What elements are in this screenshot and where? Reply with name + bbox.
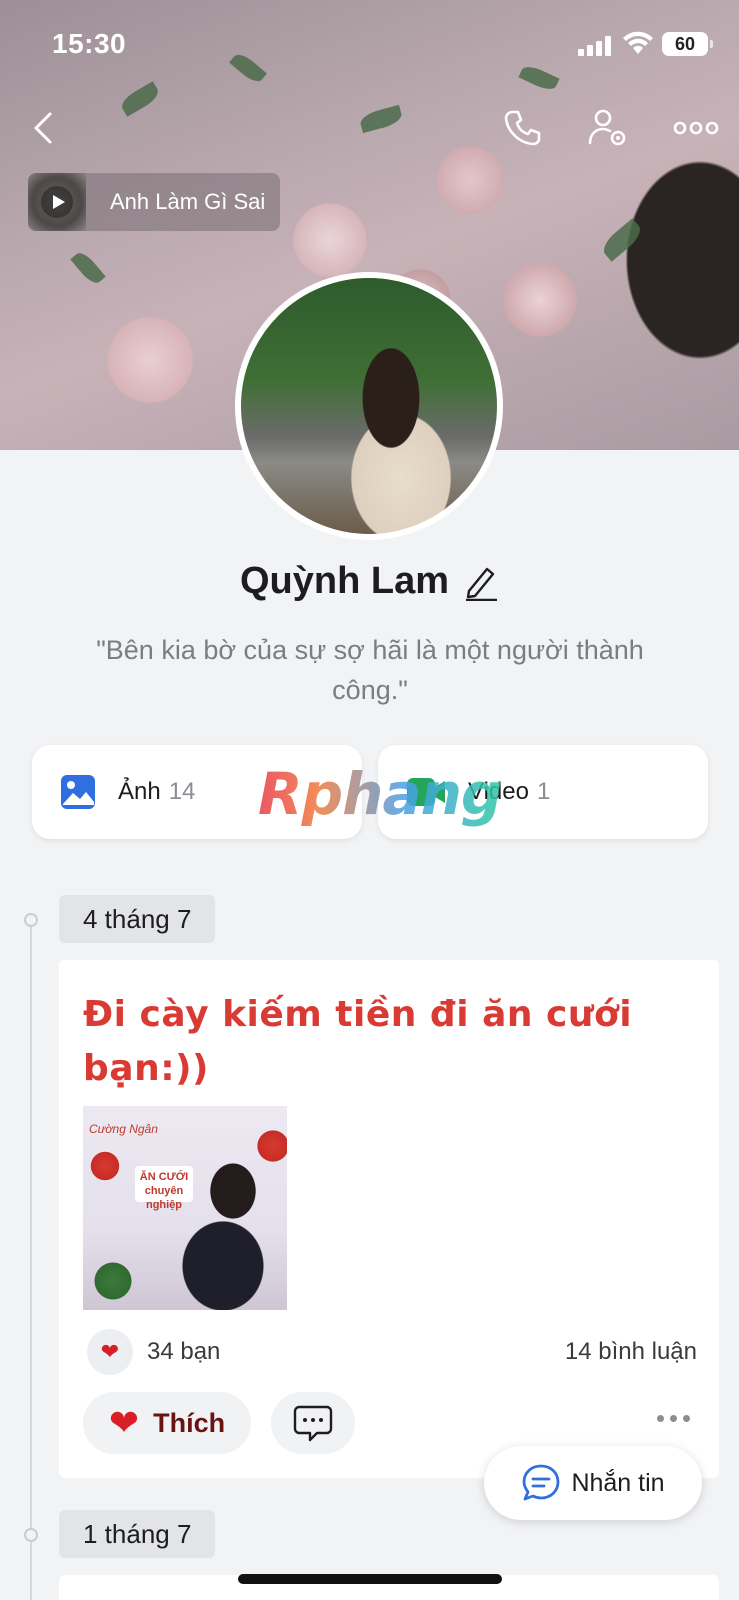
reaction-count[interactable]: 34 bạn — [147, 1338, 220, 1366]
profile-settings-button[interactable] — [580, 100, 636, 156]
status-bar: 15:30 60 — [0, 0, 739, 90]
profile-avatar[interactable] — [235, 272, 503, 540]
comment-button[interactable] — [271, 1392, 355, 1454]
photos-count: 14 — [168, 778, 196, 805]
message-icon — [523, 1464, 560, 1501]
status-time: 15:30 — [52, 28, 127, 59]
photos-label: Ảnh — [118, 778, 161, 805]
music-thumbnail[interactable] — [28, 173, 86, 231]
profile-music[interactable]: Anh Làm Gì Sai — [28, 173, 280, 231]
cellular-signal-icon — [578, 36, 612, 56]
comment-icon — [293, 1405, 333, 1442]
heart-icon: ❤ — [108, 1402, 140, 1443]
watermark-logo: Rphang — [258, 760, 502, 828]
timeline-date: 4 tháng 7 — [59, 895, 216, 943]
message-label: Nhắn tin — [571, 1468, 665, 1497]
music-title: Anh Làm Gì Sai — [110, 189, 266, 214]
photo-brand-text: Cường Ngân — [89, 1122, 158, 1136]
more-icon — [673, 121, 719, 135]
back-button[interactable] — [16, 100, 72, 156]
timeline-date: 1 tháng 7 — [59, 1510, 216, 1558]
like-button[interactable]: ❤ Thích — [83, 1392, 251, 1454]
post-text: Đi cày kiếm tiền đi ăn cưới bạn:)) — [83, 994, 633, 1089]
photo-sign-text: ĂN CƯỚI chuyên nghiệp — [135, 1166, 193, 1211]
more-options-button[interactable] — [668, 100, 724, 156]
user-settings-icon — [588, 109, 626, 146]
post-photo[interactable]: Cường Ngân ĂN CƯỚI chuyên nghiệp — [83, 1106, 287, 1310]
back-icon — [34, 112, 52, 144]
profile-name: Quỳnh Lam — [239, 560, 450, 602]
post-card[interactable]: Đi cày kiếm tiền đi ăn cưới bạn:)) Cường… — [59, 960, 719, 1478]
wifi-icon — [623, 31, 653, 54]
play-icon — [41, 186, 73, 218]
message-button[interactable]: Nhắn tin — [484, 1446, 702, 1520]
post-reaction-summary[interactable]: ❤ 34 bạn 14 bình luận — [87, 1328, 697, 1376]
timeline-dot — [24, 1528, 38, 1542]
edit-icon[interactable] — [463, 563, 499, 601]
videos-count: 1 — [536, 778, 551, 805]
timeline-dot — [24, 913, 38, 927]
comment-count[interactable]: 14 bình luận — [565, 1338, 697, 1366]
profile-name-row: Quỳnh Lam — [0, 560, 739, 603]
image-icon — [61, 775, 95, 809]
timeline-line — [30, 920, 32, 1600]
like-label: Thích — [153, 1407, 226, 1438]
heart-icon: ❤ — [87, 1329, 133, 1375]
call-button[interactable] — [494, 100, 550, 156]
battery-indicator: 60 — [662, 32, 713, 56]
home-indicator — [238, 1574, 502, 1584]
post-more-button[interactable] — [657, 1415, 690, 1422]
phone-icon — [504, 110, 541, 146]
profile-bio: "Bên kia bờ của sự sợ hãi là một người t… — [96, 635, 644, 705]
